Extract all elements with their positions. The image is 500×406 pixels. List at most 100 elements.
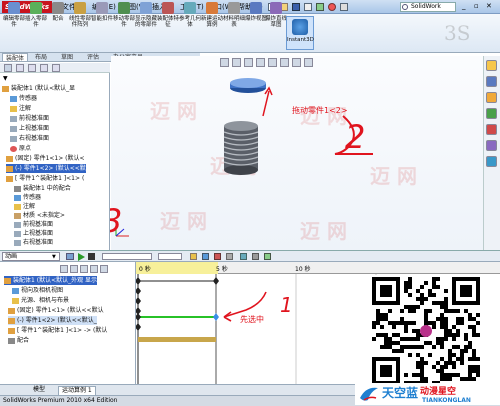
minimize-button[interactable]: _ — [462, 2, 466, 10]
tree-item[interactable]: 装配体1 (默认<默认_显 — [2, 84, 75, 93]
move-component-button[interactable]: 移动零部件 — [113, 1, 135, 37]
origin-icon — [10, 145, 17, 152]
new-motion-study-button[interactable]: 新建运动算例 — [201, 1, 223, 37]
instant3d-button[interactable]: Instant3D — [286, 16, 314, 50]
contact-icon[interactable] — [264, 253, 271, 260]
linear-pattern-button[interactable]: 线性零部件阵列 — [69, 1, 91, 37]
undo-icon[interactable] — [316, 3, 324, 11]
part-icon — [8, 317, 15, 324]
display-manager-tab-icon[interactable] — [52, 64, 60, 72]
tab-sketch[interactable]: 草图 — [58, 53, 76, 62]
sensor-icon — [14, 194, 21, 201]
feature-tree-tab-icon[interactable] — [4, 64, 12, 72]
bom-button[interactable]: 材料明细表 — [223, 1, 245, 37]
tab-evaluate[interactable]: 评估 — [84, 53, 102, 62]
explode-line-sketch-button[interactable]: 爆炸直线草图 — [265, 1, 287, 37]
options-icon[interactable] — [340, 3, 348, 11]
stop-icon[interactable] — [88, 253, 95, 260]
appearances-icon[interactable] — [486, 140, 497, 151]
motion-tree-item[interactable]: 视向及相机视图 — [12, 286, 63, 295]
filter-driving-icon[interactable] — [70, 265, 78, 273]
tree-item[interactable]: [ 零件1^装配体1 ]<1> ( — [6, 174, 84, 183]
search-results-icon[interactable] — [486, 108, 497, 119]
zoom-in-icon[interactable] — [90, 265, 98, 273]
exploded-view-button[interactable]: 爆炸视图 — [245, 1, 267, 37]
rebuild-icon[interactable] — [328, 3, 336, 11]
filter-selected-icon[interactable] — [80, 265, 88, 273]
tree-item[interactable]: 注解 — [10, 104, 31, 113]
annotation-drag-text: 拖动零件1<2> — [292, 106, 348, 115]
tree-item-selected[interactable]: (-) 零件1<2> (默认<<默 — [6, 164, 86, 173]
reference-geometry-button[interactable]: 参考几何体 — [179, 1, 201, 37]
resources-icon[interactable] — [486, 60, 497, 71]
ruler-label: 5 秒 — [216, 266, 228, 273]
tree-item[interactable]: 右视基准面 — [14, 238, 53, 247]
zoom-out-icon[interactable] — [100, 265, 108, 273]
ruler-label: 0 秒 — [139, 266, 151, 273]
selected-key-icon — [213, 313, 219, 321]
plane-icon — [10, 135, 17, 142]
tab-model[interactable]: 模型 — [30, 386, 48, 394]
spring-icon[interactable] — [252, 253, 259, 260]
smart-fastener-button[interactable]: 智能扣件 — [91, 1, 113, 37]
motion-tree-item[interactable]: 配合 — [8, 336, 29, 345]
show-hidden-button[interactable]: 显示隐藏的零部件 — [135, 1, 157, 37]
tree-item[interactable]: 装配体1 中的配合 — [14, 184, 71, 193]
design-library-icon[interactable] — [486, 76, 497, 87]
autokey-icon[interactable] — [214, 253, 221, 260]
motion-tree-item[interactable]: (固定) 零件1<1> (默认<<默认 — [8, 306, 104, 315]
playback-mode-select[interactable] — [158, 253, 182, 260]
motion-tree-item[interactable]: 光源、相机与布景 — [12, 296, 69, 305]
filter-animated-icon[interactable] — [60, 265, 68, 273]
tree-item[interactable]: 传感器 — [14, 193, 41, 202]
save-animation-icon[interactable] — [190, 253, 197, 260]
view-palette-icon[interactable] — [486, 124, 497, 135]
tree-item[interactable]: 前视基准面 — [14, 220, 53, 229]
plane-icon — [14, 239, 21, 246]
play-icon[interactable] — [78, 253, 85, 261]
save-icon[interactable] — [292, 3, 300, 11]
search-icon — [402, 4, 408, 10]
property-manager-tab-icon[interactable] — [16, 64, 24, 72]
tab-layout[interactable]: 布局 — [32, 53, 50, 62]
part-disc-icon[interactable] — [230, 78, 266, 93]
search-input[interactable]: SolidWork — [400, 2, 456, 12]
edit-component-button[interactable]: 编辑零部件 — [3, 1, 25, 37]
calculate-icon[interactable] — [66, 253, 74, 260]
custom-properties-icon[interactable] — [486, 156, 497, 167]
add-key-icon[interactable] — [226, 253, 233, 260]
explode-line-icon — [270, 2, 282, 14]
assembly-features-button[interactable]: 装配体特征 — [157, 1, 179, 37]
insert-component-button[interactable]: 插入零部件 — [25, 1, 47, 37]
playback-speed-select[interactable] — [102, 253, 152, 260]
tree-item[interactable]: 传感器 — [10, 94, 37, 103]
plane-icon — [10, 115, 17, 122]
tree-item[interactable]: (固定) 零件1<1> (默认< — [6, 154, 85, 163]
maximize-button[interactable]: ▫ — [474, 2, 479, 10]
part-spring-icon[interactable] — [223, 121, 259, 175]
tree-item[interactable]: 右视基准面 — [10, 134, 49, 143]
print-icon[interactable] — [304, 3, 312, 11]
motion-tree-item-selected[interactable]: (-) 零件1<2> (默认<<默认_ — [8, 316, 97, 325]
mate-button[interactable]: 配合 — [47, 1, 69, 37]
motion-tree-item[interactable]: [ 零件1^装配体1 ]<1> -> (默认 — [8, 326, 107, 335]
motion-tree-item[interactable]: 装配体1 (默认<默认_外观 显示 — [4, 276, 98, 285]
tree-item[interactable]: 前视基准面 — [10, 114, 49, 123]
chevron-down-icon[interactable]: ▼ — [52, 254, 56, 260]
dimxpert-tab-icon[interactable] — [40, 64, 48, 72]
filter-icon[interactable]: ▼ — [3, 75, 8, 82]
file-explorer-icon[interactable] — [486, 92, 497, 103]
tab-assembly[interactable]: 装配体 — [2, 53, 29, 62]
motion-filter-toolbar — [60, 265, 120, 273]
tree-item[interactable]: 上视基准面 — [14, 229, 53, 238]
tree-item[interactable]: 注解 — [14, 202, 35, 211]
tree-item[interactable]: 原点 — [10, 144, 31, 153]
configuration-tab-icon[interactable] — [28, 64, 36, 72]
motor-icon[interactable] — [240, 253, 247, 260]
tree-item[interactable]: 材质 <未指定> — [14, 211, 65, 220]
animation-wizard-icon[interactable] — [202, 253, 209, 260]
tree-item[interactable]: 上视基准面 — [10, 124, 49, 133]
solidworks-3ds-logo: 3S — [440, 18, 480, 48]
close-button[interactable]: ✕ — [486, 2, 492, 10]
camera-icon — [12, 287, 19, 294]
